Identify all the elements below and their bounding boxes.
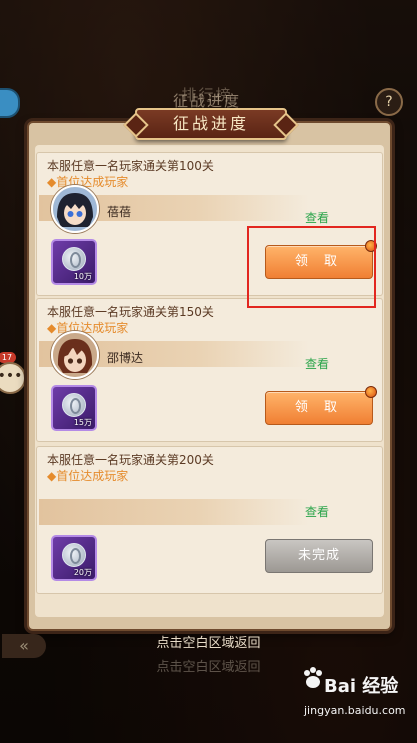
silver-coin-icon (62, 393, 86, 417)
task-subtitle: ◆首位达成玩家 (47, 175, 129, 189)
reward-quantity: 10万 (73, 272, 92, 281)
player-avatar (51, 331, 99, 379)
task-subtitle: ◆首位达成玩家 (47, 469, 129, 483)
highlight-annotation-box (247, 226, 376, 308)
dialog-title: 征战进度 (135, 108, 287, 140)
paw-logo-icon (304, 667, 322, 688)
notification-dot-icon (365, 386, 377, 398)
silver-coin-icon (62, 247, 86, 271)
task-subtitle: ◆首位达成玩家 (47, 321, 129, 335)
claim-button[interactable]: 领 取 (265, 386, 377, 425)
claim-button-label: 领 取 (294, 400, 344, 415)
reward-quantity: 20万 (73, 568, 92, 577)
view-link[interactable]: 查看 (305, 355, 329, 372)
task-card: 本服任意一名玩家通关第150关 ◆首位达成玩家 邵博达 查看 15万 领 取 (36, 298, 383, 442)
task-description: 本服任意一名玩家通关第150关 (47, 305, 214, 319)
close-hint[interactable]: 点击空白区域返回 (0, 632, 417, 651)
watermark-logo-text: Bai 经验 (324, 676, 399, 697)
watermark: Bai 经验 jingyan.baidu.com (302, 660, 414, 740)
incomplete-button-label: 未完成 (297, 548, 340, 563)
question-icon: ? (385, 94, 393, 110)
task-description: 本服任意一名玩家通关第100关 (47, 159, 214, 173)
watermark-url: jingyan.baidu.com (304, 704, 406, 717)
player-avatar (51, 185, 99, 233)
speech-bubble-icon: ••• (0, 368, 23, 384)
task-description: 本服任意一名玩家通关第200关 (47, 453, 214, 467)
task-card: 本服任意一名玩家通关第200关 ◆首位达成玩家 查看 20万 未完成 (36, 446, 383, 594)
view-link[interactable]: 查看 (305, 209, 329, 226)
view-link[interactable]: 查看 (305, 503, 329, 520)
silver-coin-icon (62, 543, 86, 567)
reward-quantity: 15万 (73, 418, 92, 427)
reward-item[interactable]: 15万 (51, 385, 97, 431)
reward-item[interactable]: 20万 (51, 535, 97, 581)
help-button[interactable]: ? (375, 88, 403, 116)
reward-item[interactable]: 10万 (51, 239, 97, 285)
incomplete-button[interactable]: 未完成 (265, 539, 373, 573)
player-name-bar (39, 499, 309, 525)
player-name: 邵博达 (107, 351, 144, 365)
player-name: 蓓蓓 (107, 205, 132, 219)
